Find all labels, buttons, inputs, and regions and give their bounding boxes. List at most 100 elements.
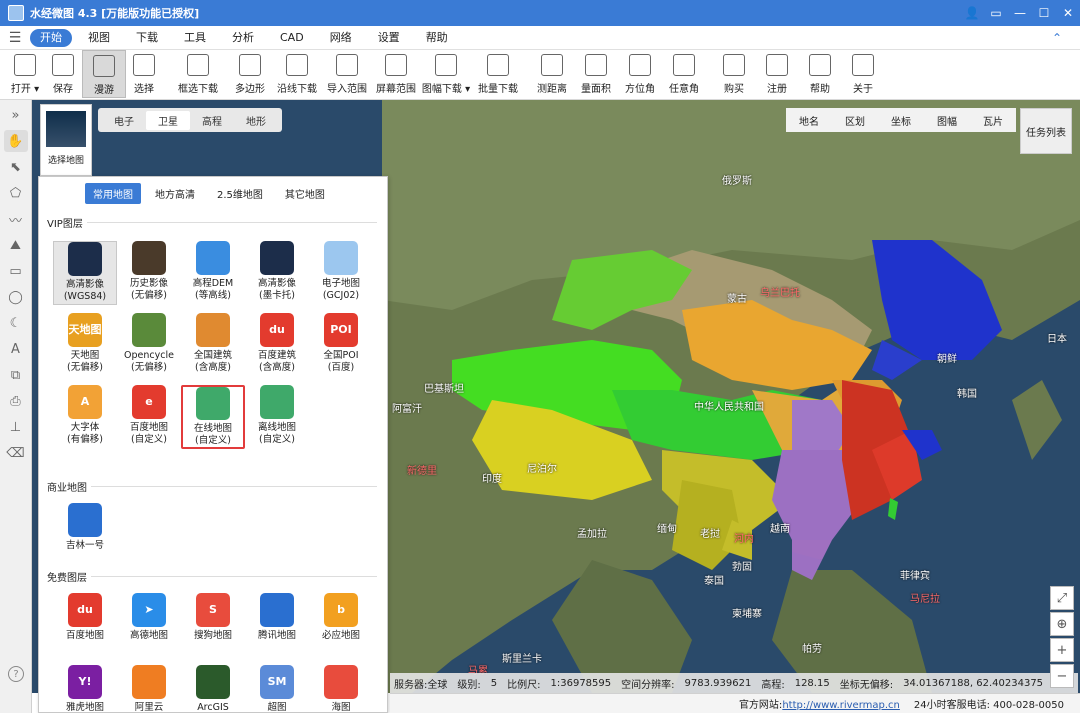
- toolbar-batch-download-button[interactable]: 批量下载: [472, 50, 524, 98]
- collapse-ribbon-icon[interactable]: ⌃: [1052, 31, 1062, 45]
- layer-large-font[interactable]: A 大字体 (有偏移): [53, 385, 117, 449]
- toolbar-polygon-button[interactable]: 多边形: [228, 50, 272, 98]
- help-circle-icon[interactable]: ?: [8, 666, 24, 682]
- area-tool-icon[interactable]: ⛰: [4, 234, 28, 256]
- toolbar-area-button[interactable]: 量面积: [574, 50, 618, 98]
- overlay-tab-3[interactable]: 图幅: [937, 113, 957, 128]
- map-tab-2[interactable]: 高程: [190, 111, 234, 130]
- layer-map[interactable]: 电子地图 (GCJ02): [309, 241, 373, 305]
- task-list-button[interactable]: 任务列表: [1020, 108, 1072, 154]
- user-icon[interactable]: 👤: [960, 0, 984, 26]
- layer-tool-icon[interactable]: ⧉: [4, 364, 28, 386]
- menu-item-7[interactable]: 设置: [368, 29, 410, 47]
- expand-icon[interactable]: »: [4, 104, 28, 126]
- menu-item-1[interactable]: 视图: [78, 29, 120, 47]
- polyline-tool-icon[interactable]: 〰: [4, 208, 28, 230]
- map-tab-0[interactable]: 电子: [102, 111, 146, 130]
- close-button[interactable]: ✕: [1056, 0, 1080, 26]
- menu-item-2[interactable]: 下载: [126, 29, 168, 47]
- layer-bing[interactable]: b 必应地图: [309, 593, 373, 657]
- minimize-button[interactable]: —: [1008, 0, 1032, 26]
- toolbar-cursor-button[interactable]: 选择: [126, 50, 162, 98]
- toolbar-line-download-button[interactable]: 沿线下载: [272, 50, 322, 98]
- layer-baidu[interactable]: du 百度地图: [53, 593, 117, 657]
- overlay-tab-2[interactable]: 坐标: [891, 113, 911, 128]
- locate-icon[interactable]: ⊕: [1050, 612, 1074, 636]
- layer-logo-text: b: [337, 603, 345, 616]
- menu-item-5[interactable]: CAD: [270, 29, 314, 47]
- panel-tab-3[interactable]: 其它地图: [277, 183, 333, 204]
- angle-tool-icon[interactable]: ☾: [4, 312, 28, 334]
- layer-yahoo[interactable]: Y! 雅虎地图: [53, 665, 117, 713]
- fullscreen-icon[interactable]: ⤢: [1050, 586, 1074, 610]
- panel-tab-0[interactable]: 常用地图: [85, 183, 141, 204]
- overlay-tabs: 地名 区划 坐标 图幅 瓦片: [786, 108, 1016, 132]
- layer-mercator[interactable]: 高清影像 (墨卡托): [245, 241, 309, 305]
- layer-baidu-building[interactable]: du 百度建筑 (含高度): [245, 313, 309, 377]
- menu-item-3[interactable]: 工具: [174, 29, 216, 47]
- menu-item-8[interactable]: 帮助: [416, 29, 458, 47]
- zoom-out-button[interactable]: −: [1050, 664, 1074, 688]
- toolbar-screen-range-button[interactable]: 屏幕范围: [372, 50, 420, 98]
- overlay-tab-0[interactable]: 地名: [799, 113, 819, 128]
- toolbar-ruler-button[interactable]: 测距离: [530, 50, 574, 98]
- layer-dem[interactable]: 高程DEM (等高线): [181, 241, 245, 305]
- layer-offline-map[interactable]: 离线地图 (自定义): [245, 385, 309, 449]
- map-tab-1[interactable]: 卫星: [146, 110, 190, 130]
- toolbar-import-range-button[interactable]: 导入范围: [322, 50, 372, 98]
- layer-aliyun[interactable]: 阿里云: [117, 665, 181, 713]
- select-map-button[interactable]: 选择地图: [40, 104, 92, 176]
- menu-icon[interactable]: ☰: [0, 30, 30, 46]
- menu-item-0[interactable]: 开始: [30, 28, 72, 47]
- toolbar-save-button[interactable]: 保存: [44, 50, 82, 98]
- layer-tencent[interactable]: 腾讯地图: [245, 593, 309, 657]
- layer-opencycle[interactable]: Opencycle (无偏移): [117, 313, 181, 377]
- select-icon[interactable]: ⬉: [4, 156, 28, 178]
- layer-history[interactable]: 历史影像 (无偏移): [117, 241, 181, 305]
- toolbar-azimuth-button[interactable]: 方位角: [618, 50, 662, 98]
- pan-icon[interactable]: ✋: [3, 130, 28, 152]
- circle-tool-icon[interactable]: ◯: [4, 286, 28, 308]
- rectangle-tool-icon[interactable]: ▭: [4, 260, 28, 282]
- toolbar-sheet-download-button[interactable]: 图幅下载 ▾: [420, 50, 472, 98]
- toolbar-angle-button[interactable]: 任意角: [662, 50, 706, 98]
- zoom-in-button[interactable]: +: [1050, 638, 1074, 662]
- layer-arcgis[interactable]: ArcGIS: [181, 665, 245, 713]
- layer-amap[interactable]: ➤ 高德地图: [117, 593, 181, 657]
- panel-tab-1[interactable]: 地方高清: [147, 183, 203, 204]
- overlay-tab-1[interactable]: 区划: [845, 113, 865, 128]
- layer-tianditu[interactable]: 天地图 天地图 (无偏移): [53, 313, 117, 377]
- layer-seachart[interactable]: 海图: [309, 665, 373, 713]
- measure-tool-icon[interactable]: ⊥: [4, 416, 28, 438]
- menu-item-6[interactable]: 网络: [320, 29, 362, 47]
- website-link[interactable]: http://www.rivermap.cn: [782, 700, 900, 711]
- eraser-tool-icon[interactable]: ⌫: [4, 442, 28, 464]
- polygon-tool-icon[interactable]: ⬠: [4, 182, 28, 204]
- layer-baidu-custom[interactable]: e 百度地图 (自定义): [117, 385, 181, 449]
- layer-supermap[interactable]: SM 超图: [245, 665, 309, 713]
- layer-poi[interactable]: POI 全国POI (百度): [309, 313, 373, 377]
- overlay-tab-4[interactable]: 瓦片: [983, 113, 1003, 128]
- toolbar-info-button[interactable]: 关于: [842, 50, 884, 98]
- toolbar-cart-button[interactable]: 购买: [712, 50, 756, 98]
- mercator-icon: [260, 241, 294, 275]
- layer-subtitle: (无偏移): [131, 290, 167, 301]
- text-tool-icon[interactable]: A: [4, 338, 28, 360]
- toolbar-help-button[interactable]: 帮助: [798, 50, 842, 98]
- print-tool-icon[interactable]: ⎙: [4, 390, 28, 412]
- toolbar-folder-button[interactable]: 打开 ▾: [6, 50, 44, 98]
- menu-item-4[interactable]: 分析: [222, 29, 264, 47]
- toolbar-hand-button[interactable]: 漫游: [82, 50, 126, 98]
- layer-satellite[interactable]: 高清影像 (WGS84): [53, 241, 117, 305]
- toolbar-box-download-button[interactable]: 框选下载: [168, 50, 228, 98]
- toolbar-register-button[interactable]: 注册: [756, 50, 798, 98]
- layer-online-map[interactable]: 在线地图 (自定义): [181, 385, 245, 449]
- maximize-button[interactable]: ☐: [1032, 0, 1056, 26]
- map-tab-3[interactable]: 地形: [234, 111, 278, 130]
- layer-building[interactable]: 全国建筑 (含高度): [181, 313, 245, 377]
- free-section-header: 免费图层: [47, 569, 377, 584]
- panel-tab-2[interactable]: 2.5维地图: [209, 183, 271, 204]
- layer-jilin[interactable]: 吉林一号: [53, 503, 117, 567]
- layer-sogou[interactable]: S 搜狗地图: [181, 593, 245, 657]
- restore-icon[interactable]: ▭: [984, 0, 1008, 26]
